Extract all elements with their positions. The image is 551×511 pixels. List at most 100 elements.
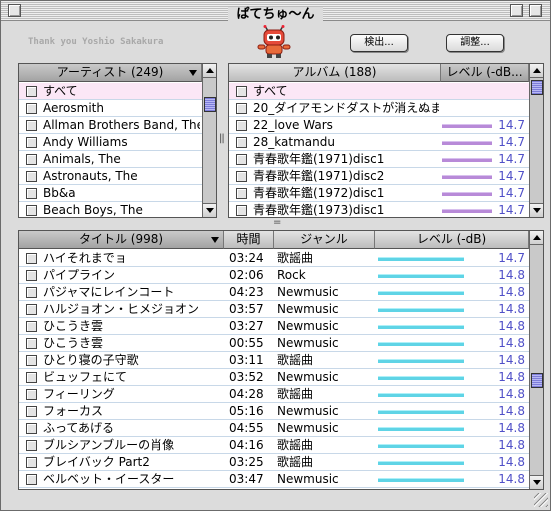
- album-row[interactable]: 青春歌年鑑(1971)disc2 14.7: [229, 168, 529, 185]
- scroll-thumb[interactable]: [531, 80, 543, 95]
- title-bar[interactable]: ぱてちゅ〜ん: [1, 1, 550, 22]
- scroll-up-arrow-icon[interactable]: [530, 64, 543, 78]
- artist-row[interactable]: Allman Brothers Band, The: [19, 117, 202, 134]
- track-row[interactable]: フォーカス 05:16 Newmusic 14.8: [19, 403, 529, 420]
- search-button[interactable]: 検出...: [350, 34, 408, 52]
- time-header[interactable]: 時間: [224, 231, 274, 249]
- artist-row[interactable]: Aerosmith: [19, 100, 202, 117]
- checkbox[interactable]: [26, 338, 37, 349]
- checkbox[interactable]: [236, 188, 247, 199]
- title-header[interactable]: タイトル (998): [19, 231, 224, 249]
- track-title: ひこうき雲: [43, 319, 104, 333]
- level-bar: [378, 359, 464, 363]
- vertical-splitter[interactable]: ||: [219, 133, 225, 144]
- checkbox[interactable]: [236, 137, 247, 148]
- scroll-down-arrow-icon[interactable]: [530, 203, 543, 217]
- track-genre: 歌謡曲: [277, 387, 314, 401]
- track-row[interactable]: ブルシアンブルーの肖像 04:16 歌謡曲 14.8: [19, 437, 529, 454]
- artist-row[interactable]: Bb&a: [19, 185, 202, 202]
- album-header[interactable]: アルバム (188): [229, 64, 441, 82]
- checkbox[interactable]: [26, 86, 37, 97]
- scroll-thumb[interactable]: [204, 97, 216, 112]
- album-level-header[interactable]: レベル (-dB...: [441, 64, 529, 82]
- genre-header[interactable]: ジャンル: [274, 231, 375, 249]
- checkbox[interactable]: [26, 171, 37, 182]
- collapse-box-icon[interactable]: [529, 4, 542, 17]
- album-row[interactable]: 青春歌年鑑(1973)disc1 14.7: [229, 202, 529, 217]
- checkbox[interactable]: [236, 86, 247, 97]
- scroll-up-arrow-icon[interactable]: [530, 231, 543, 245]
- artist-name: Aerosmith: [43, 101, 104, 115]
- album-scrollbar[interactable]: [529, 64, 543, 217]
- album-level: 14.7: [498, 152, 525, 166]
- checkbox[interactable]: [26, 154, 37, 165]
- checkbox[interactable]: [26, 205, 37, 216]
- album-row[interactable]: すべて: [229, 83, 529, 100]
- checkbox[interactable]: [26, 389, 37, 400]
- scroll-up-arrow-icon[interactable]: [203, 64, 216, 78]
- zoom-box-icon[interactable]: [510, 4, 523, 17]
- track-row[interactable]: ブレイバック Part2 03:25 歌謡曲 14.8: [19, 454, 529, 471]
- track-row[interactable]: ひこうき雲 03:27 Newmusic 14.8: [19, 318, 529, 335]
- level-bar: [442, 158, 492, 162]
- track-title: パイプライン: [43, 268, 116, 282]
- track-scrollbar[interactable]: [529, 231, 543, 489]
- track-list[interactable]: タイトル (998) 時間 ジャンル レベル (-dB) ハイそれまでョ 03:2…: [18, 230, 544, 490]
- checkbox[interactable]: [26, 137, 37, 148]
- artist-row[interactable]: すべて: [19, 83, 202, 100]
- checkbox[interactable]: [236, 171, 247, 182]
- checkbox[interactable]: [26, 287, 37, 298]
- scroll-down-arrow-icon[interactable]: [203, 203, 216, 217]
- album-row[interactable]: 青春歌年鑑(1972)disc1 14.7: [229, 185, 529, 202]
- checkbox[interactable]: [236, 205, 247, 216]
- checkbox[interactable]: [26, 120, 37, 131]
- artist-row[interactable]: Animals, The: [19, 151, 202, 168]
- checkbox[interactable]: [26, 372, 37, 383]
- checkbox[interactable]: [26, 103, 37, 114]
- checkbox[interactable]: [26, 440, 37, 451]
- track-row[interactable]: ひとり寝の子守歌 03:11 歌謡曲 14.8: [19, 352, 529, 369]
- checkbox[interactable]: [26, 270, 37, 281]
- level-bar: [378, 410, 464, 414]
- artist-row[interactable]: Astronauts, The: [19, 168, 202, 185]
- artist-row[interactable]: Beach Boys, The: [19, 202, 202, 217]
- track-row[interactable]: フィーリング 04:28 歌謡曲 14.8: [19, 386, 529, 403]
- album-row[interactable]: 28_katmandu 14.7: [229, 134, 529, 151]
- checkbox[interactable]: [26, 321, 37, 332]
- checkbox[interactable]: [26, 355, 37, 366]
- checkbox[interactable]: [26, 474, 37, 485]
- scroll-thumb[interactable]: [531, 373, 543, 388]
- checkbox[interactable]: [236, 154, 247, 165]
- track-time: 03:52: [229, 370, 264, 384]
- checkbox[interactable]: [236, 103, 247, 114]
- checkbox[interactable]: [26, 423, 37, 434]
- adjust-button[interactable]: 調整...: [446, 34, 504, 52]
- artist-name: Allman Brothers Band, The: [43, 118, 200, 132]
- album-list[interactable]: アルバム (188) レベル (-dB... すべて 20_ダイアモンドダストが消…: [228, 63, 544, 218]
- artist-row[interactable]: Andy Williams: [19, 134, 202, 151]
- track-row[interactable]: ベルベット・イースター 03:47 Newmusic 14.8: [19, 471, 529, 488]
- track-row[interactable]: ふってあげる 04:55 Newmusic 14.8: [19, 420, 529, 437]
- album-row[interactable]: 22_love Wars 14.7: [229, 117, 529, 134]
- artist-scrollbar[interactable]: [202, 64, 216, 217]
- checkbox[interactable]: [26, 304, 37, 315]
- track-row[interactable]: ハルジョオン・ヒメジョオン 03:57 Newmusic 14.8: [19, 301, 529, 318]
- checkbox[interactable]: [26, 457, 37, 468]
- checkbox[interactable]: [26, 253, 37, 264]
- artist-list[interactable]: アーティスト (249) すべて Aerosmith Allman Brothers…: [18, 63, 217, 218]
- track-row[interactable]: パジャマにレインコート 04:23 Newmusic 14.8: [19, 284, 529, 301]
- checkbox[interactable]: [26, 188, 37, 199]
- track-row[interactable]: ハイそれまでョ 03:24 歌謡曲 14.7: [19, 250, 529, 267]
- scroll-down-arrow-icon[interactable]: [530, 475, 543, 489]
- resize-grip-icon[interactable]: [534, 493, 548, 507]
- track-row[interactable]: ビュッフェにて 03:52 Newmusic 14.8: [19, 369, 529, 386]
- album-row[interactable]: 青春歌年鑑(1971)disc1 14.7: [229, 151, 529, 168]
- track-row[interactable]: ひこうき雲 00:55 Newmusic 14.8: [19, 335, 529, 352]
- checkbox[interactable]: [236, 120, 247, 131]
- checkbox[interactable]: [26, 406, 37, 417]
- track-row[interactable]: パイプライン 02:06 Rock 14.8: [19, 267, 529, 284]
- album-row[interactable]: 20_ダイアモンドダストが消えぬま...: [229, 100, 529, 117]
- artist-header[interactable]: アーティスト (249): [19, 64, 202, 82]
- horizontal-splitter[interactable]: =: [273, 217, 281, 228]
- level-header[interactable]: レベル (-dB): [375, 231, 529, 249]
